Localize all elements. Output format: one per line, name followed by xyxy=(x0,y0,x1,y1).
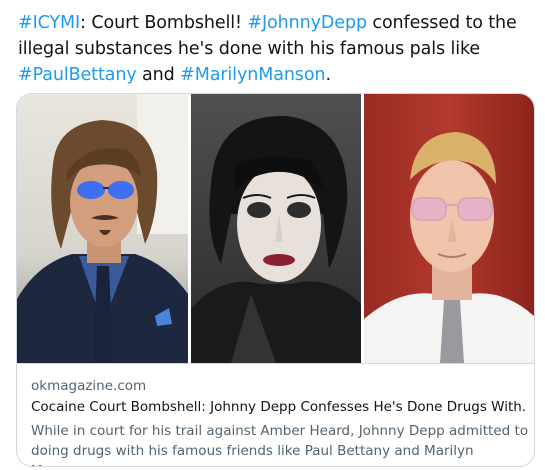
link-preview-card[interactable]: okmagazine.com Cocaine Court Bombshell: … xyxy=(16,93,535,467)
photo-man-pale-makeup xyxy=(191,94,361,363)
tweet-text: #ICYMI: Court Bombshell! #JohnnyDepp con… xyxy=(18,10,538,88)
hashtag-paulbettany[interactable]: #PaulBettany xyxy=(18,65,137,85)
card-image-collage[interactable] xyxy=(17,94,534,363)
tweet-text-segment: . xyxy=(325,65,331,85)
tweet-text-segment: : Court Bombshell! xyxy=(80,13,248,33)
card-description: While in court for his trail against Amb… xyxy=(31,423,529,466)
card-info[interactable]: okmagazine.com Cocaine Court Bombshell: … xyxy=(17,363,534,466)
tweet-text-segment: and xyxy=(136,65,181,85)
photo-man-pink-glasses xyxy=(364,94,534,363)
card-title[interactable]: Cocaine Court Bombshell: Johnny Depp Con… xyxy=(31,399,525,415)
card-domain: okmagazine.com xyxy=(31,378,147,394)
hashtag-icymi[interactable]: #ICYMI xyxy=(18,13,80,33)
hashtag-johnnydepp[interactable]: #JohnnyDepp xyxy=(247,13,367,33)
photo-man-blue-sunglasses xyxy=(17,94,188,363)
hashtag-marilynmanson[interactable]: #MarilynManson xyxy=(180,65,325,85)
